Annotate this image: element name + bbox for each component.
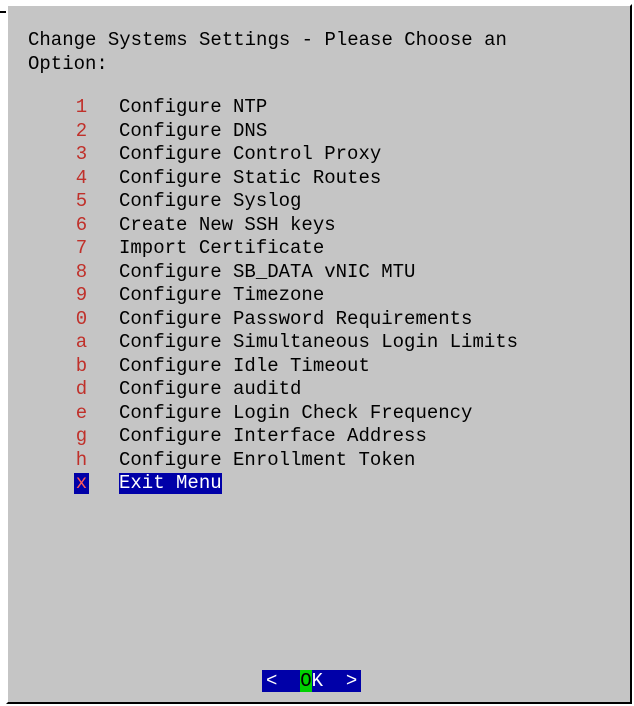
menu-item-password-requirements[interactable]: 0 Configure Password Requirements [70, 308, 518, 332]
menu-hotkey: 0 [75, 307, 88, 330]
menu-hotkey: h [75, 448, 88, 471]
menu-item-label: Configure Simultaneous Login Limits [119, 331, 519, 353]
menu-item-label: Configure Idle Timeout [119, 354, 370, 377]
menu-item-control-proxy[interactable]: 3 Configure Control Proxy [70, 143, 518, 167]
menu-item-ntp[interactable]: 1 Configure NTP [70, 96, 518, 120]
menu-item-label: Configure NTP [119, 96, 268, 118]
menu-item-label: Configure Interface Address [119, 425, 427, 447]
menu-hotkey: 8 [75, 260, 88, 283]
menu-item-label: Configure Timezone [119, 284, 325, 306]
menu-item-dns[interactable]: 2 Configure DNS [70, 120, 518, 144]
settings-dialog: Change Systems Settings - Please Choose … [6, 4, 632, 704]
menu-item-idle-timeout[interactable]: b Configure Idle Timeout [70, 355, 518, 379]
button-bar: < OK > [262, 670, 362, 692]
menu-item-label: Configure Control Proxy [119, 143, 382, 165]
menu-item-label: Configure DNS [119, 119, 268, 142]
menu-item-enrollment-token[interactable]: h Configure Enrollment Token [70, 449, 518, 473]
menu-hotkey: 9 [75, 284, 88, 306]
menu-item-label: Configure Static Routes [119, 166, 382, 189]
menu-item-import-certificate[interactable]: 7 Import Certificate [70, 237, 518, 261]
menu-item-label: Configure SB_DATA vNIC MTU [119, 260, 416, 283]
menu-hotkey: 7 [75, 237, 88, 259]
menu-hotkey: a [75, 331, 88, 353]
menu-item-timezone[interactable]: 9 Configure Timezone [70, 284, 518, 308]
menu-item-interface-address[interactable]: g Configure Interface Address [70, 425, 518, 449]
menu-item-login-check-frequency[interactable]: e Configure Login Check Frequency [70, 402, 518, 426]
ok-button-hotkey: O [300, 670, 312, 692]
dialog-title: Change Systems Settings - Please Choose … [28, 29, 507, 75]
menu-hotkey: b [75, 354, 88, 377]
menu-item-login-limits[interactable]: a Configure Simultaneous Login Limits [70, 331, 518, 355]
menu-item-syslog[interactable]: 5 Configure Syslog [70, 190, 518, 214]
menu-hotkey: 3 [75, 143, 88, 165]
menu-hotkey: x [74, 472, 89, 495]
menu-item-label: Configure Enrollment Token [119, 448, 416, 471]
menu-item-label: Configure Syslog [119, 190, 302, 212]
menu-item-label: Exit Menu [119, 472, 222, 495]
ok-button[interactable]: < OK > [262, 670, 362, 692]
menu-item-ssh-keys[interactable]: 6 Create New SSH keys [70, 214, 518, 238]
menu-hotkey: d [75, 378, 88, 400]
menu-item-label: Import Certificate [119, 237, 325, 259]
menu-item-static-routes[interactable]: 4 Configure Static Routes [70, 167, 518, 191]
menu-item-label: Configure Password Requirements [119, 307, 473, 330]
menu-item-label: Create New SSH keys [119, 213, 336, 236]
menu-hotkey: 5 [75, 190, 88, 212]
menu-hotkey: 4 [75, 166, 88, 189]
menu-item-label: Configure Login Check Frequency [119, 401, 473, 424]
menu-hotkey: 1 [75, 96, 88, 118]
menu-hotkey: 2 [75, 119, 88, 142]
menu-hotkey: 6 [75, 213, 88, 236]
menu-item-vnic-mtu[interactable]: 8 Configure SB_DATA vNIC MTU [70, 261, 518, 285]
menu-item-auditd[interactable]: d Configure auditd [70, 378, 518, 402]
settings-menu: 1 Configure NTP 2 Configure DNS 3 Configure… [70, 96, 518, 496]
ok-button-rest: K > [311, 670, 358, 692]
menu-item-exit[interactable]: x Exit Menu [70, 472, 518, 496]
menu-hotkey: e [75, 401, 88, 424]
ok-button-left: < [266, 670, 301, 692]
menu-item-label: Configure auditd [119, 378, 302, 400]
menu-hotkey: g [75, 425, 88, 447]
